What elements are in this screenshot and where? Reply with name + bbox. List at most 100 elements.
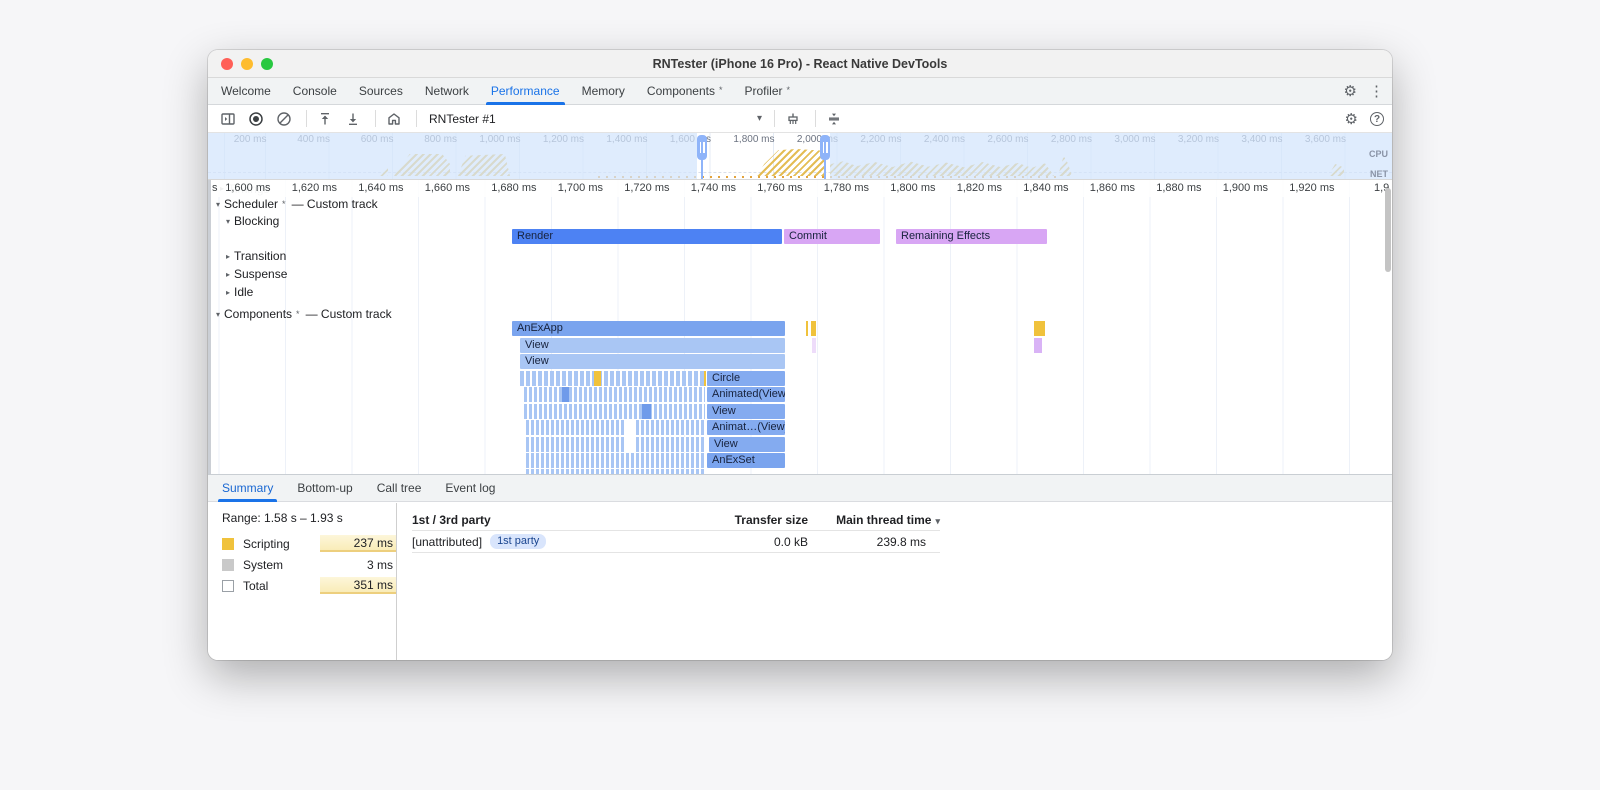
effect-mark[interactable]: [812, 338, 816, 353]
tab-components[interactable]: Components *: [636, 78, 734, 104]
selected-sliver[interactable]: [642, 404, 651, 419]
transfer-size-value: 0.0 kB: [773, 534, 808, 549]
tab-call-tree[interactable]: Call tree: [365, 475, 434, 501]
flame-slivers[interactable]: [520, 371, 705, 386]
ruler-tick-label: 1,660 ms: [424, 182, 470, 194]
flame-bar-anexapp[interactable]: AnExApp: [512, 321, 785, 336]
legend-value: 351 ms: [320, 577, 396, 594]
overview-tick-label: 1,800 ms: [733, 134, 775, 145]
fit-view-icon[interactable]: [822, 108, 846, 130]
tab-bottom-up[interactable]: Bottom-up: [285, 475, 364, 501]
flame-slivers[interactable]: [526, 420, 705, 435]
download-profile-icon[interactable]: [341, 108, 365, 130]
settings-gear-icon[interactable]: ⚙: [1344, 84, 1357, 99]
flame-chart[interactable]: ▸ Timings 1,600 ms1,620 ms1,640 ms1,660 …: [208, 180, 1392, 474]
gc-brush-icon[interactable]: [781, 108, 805, 130]
flame-bar-anexset[interactable]: AnExSet: [707, 453, 785, 468]
flame-bar-animated-view[interactable]: Animated(View): [707, 387, 785, 402]
party-table-row[interactable]: [unattributed] 1st party 0.0 kB 239.8 ms: [412, 531, 940, 553]
col-main-thread-time[interactable]: Main thread time ▾: [808, 513, 940, 527]
tab-welcome[interactable]: Welcome: [210, 78, 282, 104]
ruler-tick-label: 1,920 ms: [1289, 182, 1335, 194]
ruler-tick-label: 1,880 ms: [1156, 182, 1202, 194]
remaining-effects-span[interactable]: Remaining Effects: [896, 229, 1047, 244]
kebab-menu-icon[interactable]: ⋮: [1369, 84, 1384, 99]
tab-label: Network: [424, 84, 469, 98]
upload-profile-icon[interactable]: [313, 108, 337, 130]
scripting-block[interactable]: [1034, 321, 1045, 336]
cpu-lane-label: CPU: [1368, 149, 1388, 159]
toolbar-divider: [375, 110, 376, 127]
vertical-scrollbar-thumb[interactable]: [1385, 188, 1391, 272]
selection-handle-left[interactable]: [697, 135, 707, 179]
tab-profiler[interactable]: Profiler *: [733, 78, 801, 104]
flame-slivers[interactable]: [524, 387, 705, 402]
track-components[interactable]: ▾ Components * — Custom track: [212, 306, 392, 322]
tab-sources[interactable]: Sources: [348, 78, 414, 104]
devtools-window: RNTester (iPhone 16 Pro) - React Native …: [208, 50, 1392, 660]
track-scheduler[interactable]: ▾ Scheduler * — Custom track: [212, 196, 378, 212]
summary-panel: Range: 1.58 s – 1.93 s Scripting 237 ms …: [208, 503, 1392, 660]
ruler-tick-label: 1,820 ms: [956, 182, 1002, 194]
flame-slivers[interactable]: [524, 404, 705, 419]
selection-handle-right[interactable]: [820, 135, 830, 179]
track-suspense[interactable]: ▸ Suspense: [222, 266, 287, 282]
record-icon[interactable]: [244, 108, 268, 130]
ruler-tick-label: 1,700 ms: [557, 182, 603, 194]
overview-dim-left: [208, 133, 697, 179]
scripting-mark[interactable]: [704, 371, 706, 386]
sliver-gap: [626, 437, 636, 452]
legend-label: Total: [243, 578, 269, 593]
track-transition[interactable]: ▸ Transition: [222, 248, 286, 264]
tab-performance[interactable]: Performance: [480, 78, 571, 105]
commit-span[interactable]: Commit: [784, 229, 880, 244]
flame-slivers[interactable]: [526, 453, 705, 468]
tab-summary[interactable]: Summary: [210, 475, 285, 502]
cpu-activity: [756, 149, 826, 176]
tab-network[interactable]: Network: [414, 78, 480, 104]
party-table: 1st / 3rd party Transfer size Main threa…: [412, 509, 940, 553]
track-label: Components: [224, 307, 293, 321]
scripting-mark[interactable]: [811, 321, 816, 336]
collapse-arrow-icon: ▸: [225, 269, 230, 279]
home-icon[interactable]: [382, 108, 406, 130]
track-blocking[interactable]: ▾ Blocking: [222, 213, 279, 229]
flame-bar-animated-view[interactable]: Animat…(View): [707, 420, 785, 435]
timeline-overview[interactable]: 200 ms400 ms600 ms800 ms1,000 ms1,200 ms…: [208, 133, 1392, 180]
flame-bar-circle[interactable]: Circle: [707, 371, 785, 386]
left-scrollbar-track[interactable]: [208, 180, 211, 474]
toolbar-divider: [416, 110, 417, 127]
legend-row-total: Total 351 ms: [222, 575, 396, 596]
render-span[interactable]: Render: [512, 229, 782, 244]
tab-label: Performance: [490, 84, 560, 98]
ruler-tick-label: 1,800 ms: [890, 182, 936, 194]
tab-memory[interactable]: Memory: [571, 78, 636, 104]
flame-slivers[interactable]: [526, 437, 705, 452]
selected-sliver[interactable]: [562, 387, 569, 402]
ruler-tick-label: 1,640 ms: [358, 182, 404, 194]
chevron-down-icon: ▾: [756, 113, 762, 124]
ruler-tick-label: 1,620 ms: [291, 182, 337, 194]
clear-icon[interactable]: [272, 108, 296, 130]
track-idle[interactable]: ▸ Idle: [222, 284, 253, 300]
effect-block[interactable]: [1034, 338, 1042, 353]
ruler-tick-label: 1,740 ms: [690, 182, 736, 194]
flame-bar-view[interactable]: View: [707, 404, 785, 419]
tab-event-log[interactable]: Event log: [433, 475, 507, 501]
target-selector[interactable]: RNTester #1 ▾: [423, 108, 768, 130]
panel-settings-gear-icon[interactable]: ⚙: [1345, 112, 1358, 127]
track-label: Blocking: [234, 214, 280, 228]
col-label: Main thread time: [836, 512, 932, 527]
tab-label: Components: [646, 84, 715, 98]
scripting-mark[interactable]: [806, 321, 808, 336]
tab-label: Profiler: [744, 84, 783, 98]
flame-bar-view[interactable]: View: [520, 354, 785, 369]
panel-left-icon[interactable]: [216, 108, 240, 130]
flame-bar-view[interactable]: View: [520, 338, 785, 353]
tab-console[interactable]: Console: [282, 78, 348, 104]
system-swatch: [222, 558, 234, 571]
help-icon[interactable]: ?: [1370, 112, 1384, 126]
flame-bar-view[interactable]: View: [709, 437, 785, 452]
scripting-mark[interactable]: [594, 371, 601, 386]
tab-label: Event log: [445, 481, 496, 495]
